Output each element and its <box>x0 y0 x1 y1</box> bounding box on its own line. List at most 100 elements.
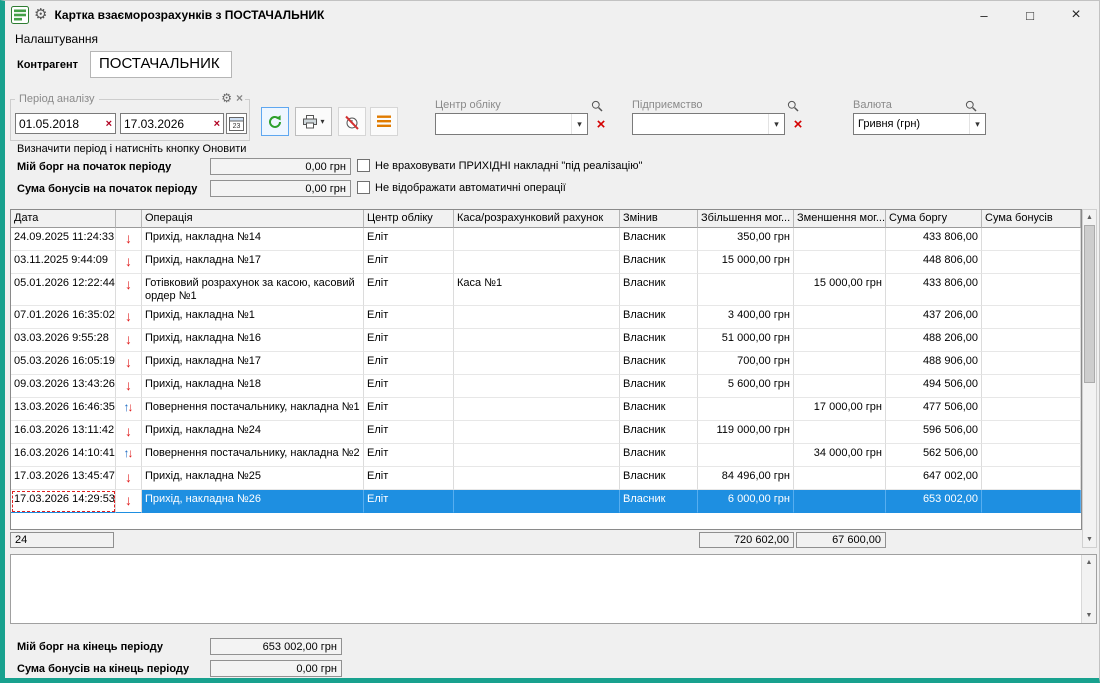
center-clear-button[interactable]: × <box>593 113 609 135</box>
table-row[interactable]: 24.09.2025 11:24:33↓Прихід, накладна №14… <box>11 228 1081 251</box>
settings-gear-icon[interactable]: ⚙ <box>34 7 47 23</box>
scroll-up-icon[interactable]: ▲ <box>1082 555 1096 570</box>
cell-center: Еліт <box>364 398 454 421</box>
cell-debt: 596 506,00 <box>886 421 982 444</box>
list-icon <box>377 115 391 128</box>
cell-date: 05.03.2026 16:05:19 <box>11 352 116 375</box>
list-view-button[interactable] <box>370 107 398 136</box>
incoming-arrow-icon: ↓ <box>125 469 132 485</box>
cell-bonus <box>982 251 1081 274</box>
cell-increase: 3 400,00 грн <box>698 306 794 329</box>
column-header-icon[interactable] <box>116 210 142 228</box>
date-from-input[interactable]: 01.05.2018 × <box>15 113 116 134</box>
cell-bonus <box>982 228 1081 251</box>
cell-account <box>454 444 620 467</box>
start-debt-label: Мій борг на початок періоду <box>17 161 171 173</box>
column-header-increase[interactable]: Збільшення мог... <box>698 210 794 228</box>
cell-icon: ↓ <box>116 421 142 444</box>
refresh-button[interactable] <box>261 107 289 136</box>
cell-icon: ↓ <box>116 306 142 329</box>
table-row[interactable]: 03.11.2025 9:44:09↓Прихід, накладна №17Е… <box>11 251 1081 274</box>
cell-icon: ↓ <box>116 352 142 375</box>
date-from-clear-icon[interactable]: × <box>102 118 112 130</box>
currency-combobox-arrow-icon[interactable]: ▾ <box>969 114 985 134</box>
cell-bonus <box>982 306 1081 329</box>
currency-combobox-value: Гривня (грн) <box>858 118 920 130</box>
cell-user: Власник <box>620 421 698 444</box>
print-button[interactable]: ▾ <box>295 107 332 136</box>
center-combobox[interactable]: ▾ <box>435 113 588 135</box>
scroll-down-icon[interactable]: ▼ <box>1082 608 1096 623</box>
print-dropdown-caret-icon[interactable]: ▾ <box>320 117 324 126</box>
table-row[interactable]: 17.03.2026 13:45:47↓Прихід, накладна №25… <box>11 467 1081 490</box>
center-combobox-arrow-icon[interactable]: ▾ <box>571 114 587 134</box>
cell-date: 05.01.2026 12:22:44 <box>11 274 116 306</box>
date-to-clear-icon[interactable]: × <box>210 118 220 130</box>
calendar-button[interactable]: 23 <box>226 113 247 134</box>
app-logo-icon <box>11 6 29 24</box>
column-header-user[interactable]: Змінив <box>620 210 698 228</box>
enterprise-combobox-arrow-icon[interactable]: ▾ <box>768 114 784 134</box>
cell-user: Власник <box>620 274 698 306</box>
cell-user: Власник <box>620 444 698 467</box>
currency-combobox[interactable]: Гривня (грн) ▾ <box>853 113 986 135</box>
currency-search-icon[interactable] <box>965 100 977 112</box>
scroll-up-icon[interactable]: ▲ <box>1083 210 1096 225</box>
close-button[interactable]: × <box>1053 1 1099 29</box>
exclude-incoming-checkbox[interactable] <box>357 159 370 172</box>
period-close-icon[interactable]: × <box>236 91 243 105</box>
cell-bonus <box>982 352 1081 375</box>
menu-item-settings[interactable]: Налаштування <box>15 32 98 46</box>
table-row[interactable]: 05.01.2026 12:22:44↓Готівковий розрахуно… <box>11 274 1081 306</box>
table-row[interactable]: 09.03.2026 13:43:26↓Прихід, накладна №18… <box>11 375 1081 398</box>
incoming-arrow-icon: ↓ <box>125 276 132 292</box>
cell-operation: Прихід, накладна №16 <box>142 329 364 352</box>
table-vscrollbar-track <box>1083 383 1096 532</box>
notes-vscrollbar-track <box>1082 570 1096 608</box>
column-header-bonus[interactable]: Сума бонусів <box>982 210 1081 228</box>
date-to-input[interactable]: 17.03.2026 × <box>120 113 224 134</box>
table-row[interactable]: 05.03.2026 16:05:19↓Прихід, накладна №17… <box>11 352 1081 375</box>
column-header-account[interactable]: Каса/розрахунковий рахунок <box>454 210 620 228</box>
column-header-operation[interactable]: Операція <box>142 210 364 228</box>
enterprise-combobox[interactable]: ▾ <box>632 113 785 135</box>
hide-auto-ops-checkbox-label[interactable]: Не відображати автоматичні операції <box>375 182 566 194</box>
table-header-row: Дата ОпераціяЦентр облікуКаса/розрахунков… <box>11 210 1081 228</box>
notes-area[interactable]: ▲ ▼ <box>10 554 1097 624</box>
scroll-down-icon[interactable]: ▼ <box>1083 532 1096 547</box>
window-title: Картка взаєморозрахунків з ПОСТАЧАЛЬНИК <box>54 8 324 22</box>
center-search-icon[interactable] <box>591 100 603 112</box>
exclude-incoming-checkbox-label[interactable]: Не враховувати ПРИХІДНІ накладні "під ре… <box>375 160 642 172</box>
exclude-incoming-checkbox-row: Не враховувати ПРИХІДНІ накладні "під ре… <box>357 159 642 172</box>
cell-bonus <box>982 467 1081 490</box>
cell-date: 24.09.2025 11:24:33 <box>11 228 116 251</box>
table-vscrollbar[interactable]: ▲ ▼ <box>1082 209 1097 548</box>
minimize-button[interactable]: – <box>961 1 1007 29</box>
table-vscrollbar-thumb[interactable] <box>1084 225 1095 383</box>
enterprise-clear-button[interactable]: × <box>790 113 806 135</box>
incoming-arrow-icon: ↓ <box>125 308 132 324</box>
column-header-decrease[interactable]: Зменшення мог... <box>794 210 886 228</box>
cell-center: Еліт <box>364 467 454 490</box>
cell-decrease <box>794 467 886 490</box>
table-row[interactable]: 17.03.2026 14:29:53↓Прихід, накладна №26… <box>11 490 1081 513</box>
hide-auto-ops-checkbox[interactable] <box>357 181 370 194</box>
notes-vscrollbar[interactable]: ▲ ▼ <box>1081 555 1096 623</box>
table-row[interactable]: 13.03.2026 16:46:35↑↓Повернення постачал… <box>11 398 1081 421</box>
table-row[interactable]: 16.03.2026 13:11:42↓Прихід, накладна №24… <box>11 421 1081 444</box>
disable-reminders-button[interactable] <box>338 107 366 136</box>
table-row[interactable]: 07.01.2026 16:35:02↓Прихід, накладна №1Е… <box>11 306 1081 329</box>
column-header-debt[interactable]: Сума боргу <box>886 210 982 228</box>
maximize-button[interactable]: □ <box>1007 1 1053 29</box>
period-settings-icon[interactable]: ⚙ <box>221 91 232 105</box>
column-header-center[interactable]: Центр обліку <box>364 210 454 228</box>
table-row[interactable]: 03.03.2026 9:55:28↓Прихід, накладна №16Е… <box>11 329 1081 352</box>
cell-operation: Прихід, накладна №17 <box>142 352 364 375</box>
cell-icon: ↓ <box>116 274 142 306</box>
enterprise-search-icon[interactable] <box>787 100 799 112</box>
cell-account <box>454 421 620 444</box>
column-header-date[interactable]: Дата <box>11 210 116 228</box>
window-controls: – □ × <box>961 1 1099 29</box>
table-row[interactable]: 16.03.2026 14:10:41↑↓Повернення постачал… <box>11 444 1081 467</box>
incoming-arrow-icon: ↓ <box>125 492 132 508</box>
